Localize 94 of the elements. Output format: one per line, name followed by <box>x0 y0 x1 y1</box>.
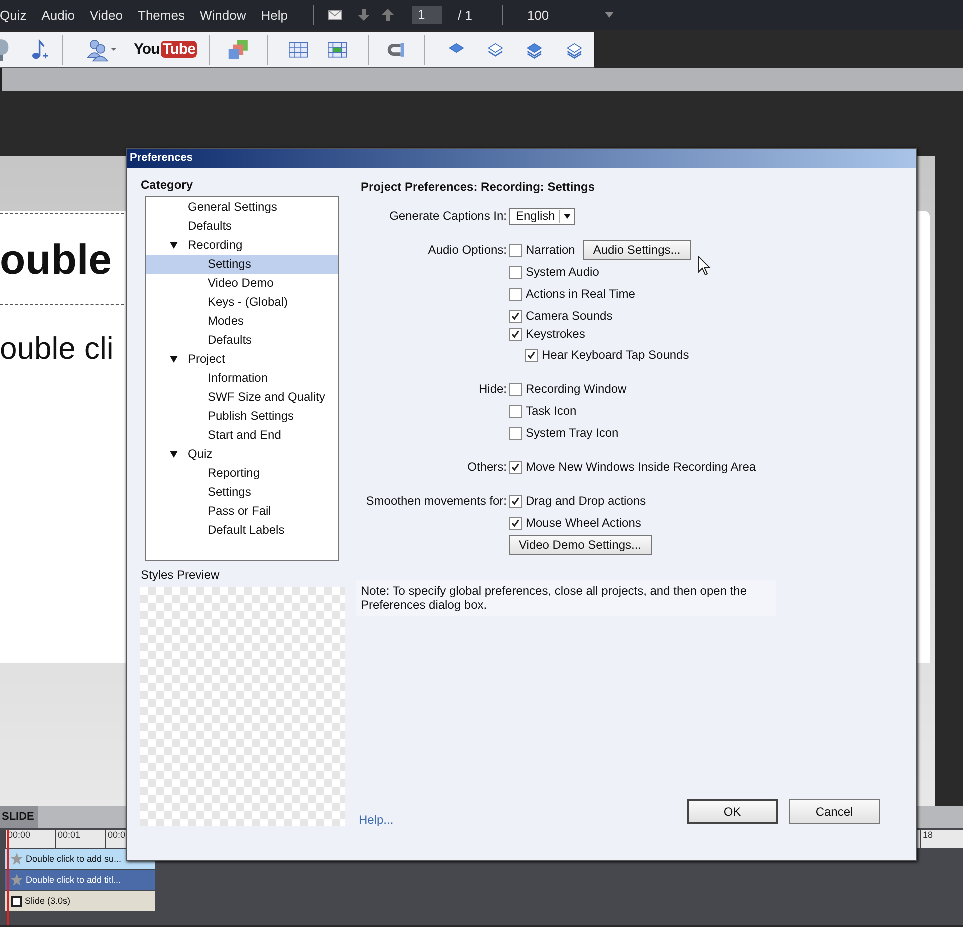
expanded-triangle-icon[interactable] <box>170 451 178 458</box>
slide-title[interactable]: ouble <box>0 213 124 305</box>
option-label: Audio Options: <box>427 242 508 259</box>
checkbox-label: Camera Sounds <box>526 309 613 323</box>
menu-item[interactable]: Help <box>261 8 297 22</box>
styles-preview-label: Styles Preview <box>141 568 221 582</box>
category-item[interactable]: Video Demo <box>146 274 338 293</box>
stacked-squares-icon[interactable] <box>228 38 250 62</box>
category-item[interactable]: Defaults <box>146 217 338 236</box>
slide-icon <box>11 896 22 906</box>
category-item[interactable]: Information <box>146 369 338 388</box>
option-label: Smoothen movements for: <box>365 493 508 510</box>
checkbox[interactable] <box>509 426 522 440</box>
menu-item[interactable]: Video <box>90 8 132 22</box>
checkbox[interactable] <box>509 382 522 396</box>
star-icon <box>11 874 23 886</box>
category-item[interactable]: Pass or Fail <box>146 502 338 521</box>
option-label: Hide: <box>478 381 508 398</box>
page-field[interactable]: 1 <box>412 6 442 24</box>
category-item[interactable]: Project <box>146 350 338 369</box>
mail-icon[interactable] <box>328 10 342 20</box>
up-arrow-icon[interactable] <box>382 9 394 21</box>
timeline-tab[interactable]: SLIDE <box>0 806 38 828</box>
expanded-triangle-icon[interactable] <box>170 356 178 363</box>
checkbox[interactable] <box>509 404 522 418</box>
category-item[interactable]: Settings <box>146 255 338 274</box>
track-label: Double click to add titl... <box>26 875 122 885</box>
category-heading: Category <box>141 178 194 192</box>
menu-item[interactable]: Window <box>200 8 256 22</box>
help-link[interactable]: Help... <box>359 813 394 827</box>
checkbox[interactable] <box>509 516 522 530</box>
ruler-label: 18 <box>920 830 963 848</box>
settings-button[interactable]: Video Demo Settings... <box>509 535 652 555</box>
category-item[interactable]: Quiz <box>146 445 338 464</box>
caret-icon[interactable] <box>605 12 614 18</box>
category-item[interactable]: Start and End <box>146 426 338 445</box>
checkbox[interactable] <box>509 460 522 474</box>
ruler-label: 00:01 <box>55 830 105 848</box>
track-label: Slide (3.0s) <box>25 896 71 906</box>
category-item[interactable]: Modes <box>146 312 338 331</box>
note-text: Note: To specify global preferences, close all projects, and then open the Preferences dialog box. <box>356 580 776 616</box>
category-item[interactable]: Default Labels <box>146 521 338 540</box>
checkbox-label: Drag and Drop actions <box>526 494 646 508</box>
zoom-level[interactable]: 100 <box>527 8 550 22</box>
table-icon[interactable] <box>288 40 308 58</box>
option-label: Generate Captions In: <box>388 208 508 225</box>
mouse-pointer-icon <box>698 256 711 276</box>
track-label: Double click to add su... <box>26 854 122 864</box>
checkbox-label: Recording Window <box>526 382 627 396</box>
category-item[interactable]: Publish Settings <box>146 407 338 426</box>
checkbox-label: Keystrokes <box>526 327 586 341</box>
menu-item[interactable]: Quiz <box>0 8 36 22</box>
category-item[interactable]: Keys - (Global) <box>146 293 338 312</box>
music-note-icon[interactable] <box>32 38 50 62</box>
option-label: Others: <box>466 459 508 476</box>
checkbox[interactable] <box>509 288 522 300</box>
checkbox-label: Actions in Real Time <box>526 287 636 301</box>
checkbox-label: System Audio <box>526 265 600 279</box>
checkbox-label: Mouse Wheel Actions <box>526 516 642 530</box>
category-item[interactable]: Recording <box>146 236 338 255</box>
checkbox[interactable] <box>525 348 538 362</box>
category-item[interactable]: Settings <box>146 483 338 502</box>
expanded-triangle-icon[interactable] <box>170 242 178 249</box>
magnet-icon[interactable] <box>386 40 406 58</box>
checkbox-label: System Tray Icon <box>526 426 619 440</box>
down-arrow-icon[interactable] <box>358 9 370 21</box>
category-item[interactable]: SWF Size and Quality <box>146 388 338 407</box>
caret-icon <box>564 214 570 218</box>
menu-item[interactable]: Themes <box>138 8 194 22</box>
dialog-title: Preferences <box>127 149 916 168</box>
checkbox[interactable] <box>509 494 522 508</box>
timeline-track[interactable]: Double click to add titl... <box>5 870 155 890</box>
settings-button[interactable]: Audio Settings... <box>583 240 691 260</box>
star-icon <box>11 853 23 865</box>
checkbox-label: Narration <box>526 243 576 257</box>
section-heading: Project Preferences: Recording: Settings <box>361 180 596 194</box>
checkbox[interactable] <box>509 244 522 256</box>
table-icon[interactable] <box>328 40 347 58</box>
slide-subtitle[interactable]: ouble cli <box>0 331 114 367</box>
category-item[interactable]: General Settings <box>146 198 338 217</box>
language-dropdown[interactable]: English <box>509 208 575 224</box>
checkbox-label: Move New Windows Inside Recording Area <box>526 460 756 474</box>
category-item[interactable]: Defaults <box>146 331 338 350</box>
checkbox[interactable] <box>509 328 522 340</box>
checkbox-label: Task Icon <box>526 404 577 418</box>
page-total: / 1 <box>458 8 472 22</box>
dialog-button[interactable]: Cancel <box>789 799 880 824</box>
timeline-track[interactable]: Slide (3.0s) <box>5 891 155 911</box>
menu-item[interactable]: Audio <box>42 8 84 22</box>
dialog-button[interactable]: OK <box>687 799 778 824</box>
checkbox[interactable] <box>509 266 522 278</box>
checkbox-label: Hear Keyboard Tap Sounds <box>542 348 690 362</box>
category-item[interactable]: Reporting <box>146 464 338 483</box>
checkbox[interactable] <box>509 310 522 322</box>
